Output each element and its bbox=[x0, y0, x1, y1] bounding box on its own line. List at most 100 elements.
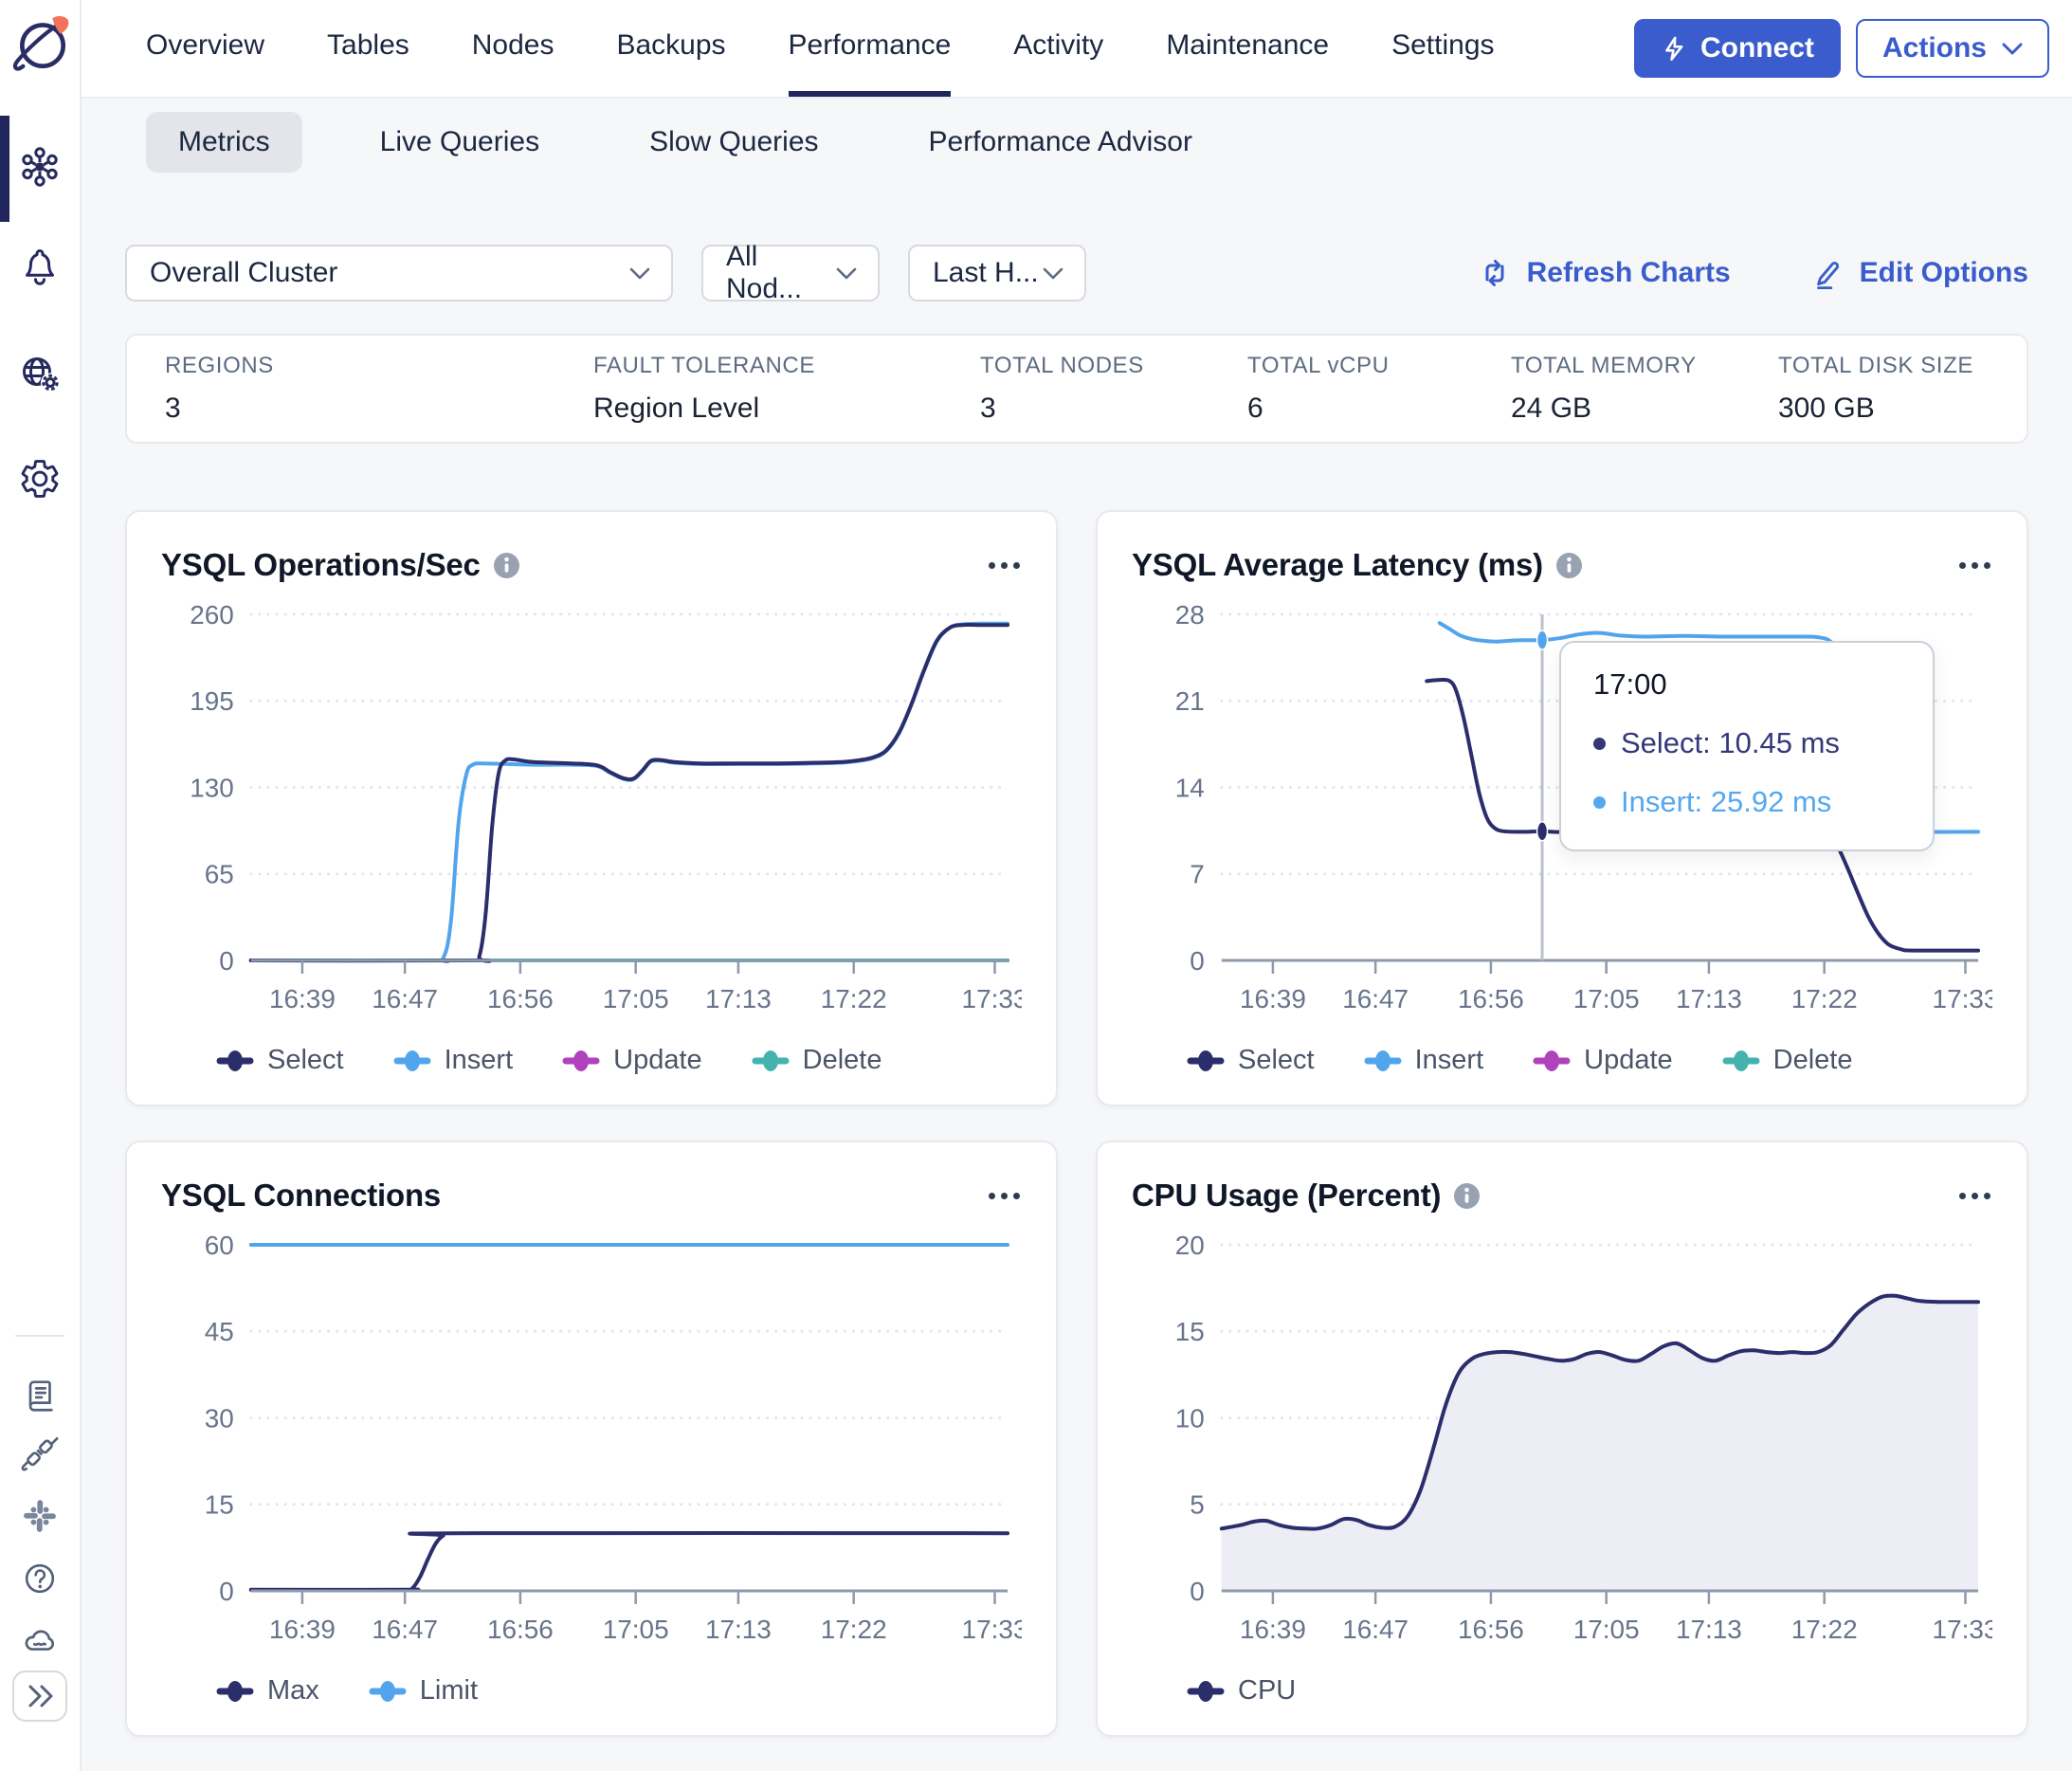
tooltip-time: 17:00 bbox=[1593, 667, 1667, 701]
svg-text:17:05: 17:05 bbox=[1573, 1615, 1640, 1644]
svg-text:16:39: 16:39 bbox=[269, 1615, 336, 1644]
tab-overview[interactable]: Overview bbox=[146, 0, 264, 97]
legend-label: Max bbox=[267, 1675, 319, 1706]
legend-marker-icon bbox=[369, 1680, 407, 1702]
svg-text:17:22: 17:22 bbox=[821, 1615, 887, 1644]
legend-item-insert[interactable]: Insert bbox=[1364, 1045, 1483, 1076]
nodes-select[interactable]: All Nod... bbox=[701, 241, 880, 304]
chart-menu-button[interactable] bbox=[987, 555, 1022, 576]
svg-text:17:13: 17:13 bbox=[1676, 1615, 1742, 1644]
svg-text:16:47: 16:47 bbox=[372, 984, 438, 1013]
legend-marker-icon bbox=[393, 1050, 431, 1071]
sidebar-expand-button[interactable] bbox=[12, 1671, 67, 1722]
info-icon[interactable] bbox=[1555, 552, 1582, 578]
svg-text:15: 15 bbox=[205, 1490, 234, 1520]
svg-text:5: 5 bbox=[1190, 1490, 1205, 1520]
svg-text:60: 60 bbox=[205, 1231, 234, 1260]
legend-label: Limit bbox=[419, 1675, 479, 1706]
cloud-icon[interactable] bbox=[21, 1621, 59, 1659]
chart-card-ysql-connections: YSQL Connections 0 15 30 45 60 16:39 16:47 16:5… bbox=[125, 1141, 1058, 1737]
svg-text:0: 0 bbox=[1190, 946, 1205, 976]
tab-activity[interactable]: Activity bbox=[1013, 0, 1103, 97]
yugabyte-logo-icon[interactable] bbox=[10, 11, 73, 74]
chart-menu-button[interactable] bbox=[1957, 555, 1992, 576]
cluster-tabs: Overview Tables Nodes Backups Performanc… bbox=[146, 0, 1495, 97]
svg-text:0: 0 bbox=[1190, 1577, 1205, 1606]
chart-tooltip: 17:00 Select: 10.45 ms Insert: 25.92 ms bbox=[1559, 641, 1935, 851]
active-nav-indicator bbox=[0, 116, 9, 222]
summary-regions: REGIONS 3 bbox=[165, 353, 274, 424]
subtab-metrics[interactable]: Metrics bbox=[146, 112, 302, 173]
tab-performance[interactable]: Performance bbox=[788, 0, 952, 97]
actions-button[interactable]: Actions bbox=[1855, 19, 2049, 78]
svg-text:16:47: 16:47 bbox=[1342, 984, 1409, 1013]
svg-text:7: 7 bbox=[1190, 860, 1205, 889]
docs-book-icon[interactable] bbox=[21, 1377, 59, 1415]
svg-text:17:05: 17:05 bbox=[603, 1615, 669, 1644]
settings-gear-icon[interactable] bbox=[18, 457, 62, 501]
svg-text:17:22: 17:22 bbox=[1791, 1615, 1858, 1644]
svg-text:16:47: 16:47 bbox=[1342, 1615, 1409, 1644]
svg-text:16:56: 16:56 bbox=[487, 984, 554, 1013]
sidebar bbox=[0, 0, 82, 1771]
integrations-plug-icon[interactable] bbox=[21, 1436, 59, 1474]
legend-item-insert[interactable]: Insert bbox=[393, 1045, 513, 1076]
legend-item-update[interactable]: Update bbox=[1533, 1045, 1673, 1076]
chart-menu-button[interactable] bbox=[987, 1185, 1022, 1207]
svg-text:14: 14 bbox=[1175, 773, 1205, 802]
legend-item-limit[interactable]: Limit bbox=[369, 1675, 478, 1707]
filter-bar: Overall Cluster All Nod... Last H... Ref… bbox=[125, 241, 2028, 304]
legend-item-select[interactable]: Select bbox=[1187, 1045, 1315, 1076]
legend-item-select[interactable]: Select bbox=[216, 1045, 344, 1076]
tab-tables[interactable]: Tables bbox=[327, 0, 409, 97]
time-range-select[interactable]: Last H... bbox=[908, 245, 1086, 301]
slack-icon[interactable] bbox=[22, 1498, 58, 1534]
svg-text:17:33: 17:33 bbox=[962, 1615, 1022, 1644]
svg-text:260: 260 bbox=[190, 600, 234, 630]
pencil-icon bbox=[1810, 256, 1845, 290]
tab-nodes[interactable]: Nodes bbox=[472, 0, 554, 97]
legend-item-update[interactable]: Update bbox=[562, 1045, 702, 1076]
tab-backups[interactable]: Backups bbox=[616, 0, 725, 97]
svg-text:17:22: 17:22 bbox=[821, 984, 887, 1013]
svg-text:17:13: 17:13 bbox=[1676, 984, 1742, 1013]
svg-text:21: 21 bbox=[1175, 686, 1205, 716]
legend-item-delete[interactable]: Delete bbox=[752, 1045, 882, 1076]
svg-text:17:33: 17:33 bbox=[1933, 984, 1992, 1013]
legend-item-cpu[interactable]: CPU bbox=[1187, 1675, 1296, 1707]
chart-title: YSQL Average Latency (ms) bbox=[1132, 547, 1543, 582]
svg-text:17:13: 17:13 bbox=[705, 1615, 772, 1644]
chart-title: CPU Usage (Percent) bbox=[1132, 1178, 1442, 1213]
legend-marker-icon bbox=[1533, 1050, 1571, 1071]
refresh-charts-button[interactable]: Refresh Charts bbox=[1478, 256, 1731, 290]
cluster-select[interactable]: Overall Cluster bbox=[125, 245, 673, 301]
legend-item-max[interactable]: Max bbox=[216, 1675, 319, 1707]
info-icon[interactable] bbox=[1454, 1182, 1481, 1209]
subtab-slow-queries[interactable]: Slow Queries bbox=[617, 112, 850, 173]
svg-text:65: 65 bbox=[205, 860, 234, 889]
tab-maintenance[interactable]: Maintenance bbox=[1166, 0, 1329, 97]
chart-legend: Select Insert Update Delete bbox=[1187, 1045, 1992, 1076]
charts-grid: YSQL Operations/Sec 0 65 130 195 260 16:39 16:… bbox=[125, 510, 2028, 1737]
tab-settings[interactable]: Settings bbox=[1391, 0, 1494, 97]
help-icon[interactable] bbox=[21, 1560, 59, 1598]
legend-marker-icon bbox=[216, 1050, 254, 1071]
chart-menu-button[interactable] bbox=[1957, 1185, 1992, 1207]
chart-area: 0 15 30 45 60 16:39 16:47 16:56 17:05 17:13 17:22 1… bbox=[161, 1226, 1022, 1671]
svg-text:17:05: 17:05 bbox=[1573, 984, 1640, 1013]
tooltip-row: Insert: 25.92 ms bbox=[1593, 785, 1900, 819]
legend-item-delete[interactable]: Delete bbox=[1722, 1045, 1852, 1076]
chart-legend: Max Limit bbox=[216, 1675, 1022, 1707]
svg-text:17:33: 17:33 bbox=[1933, 1615, 1992, 1644]
summary-total-vcpu: TOTAL vCPU 6 bbox=[1247, 353, 1390, 424]
edit-options-button[interactable]: Edit Options bbox=[1810, 256, 2028, 290]
clusters-icon[interactable] bbox=[18, 145, 62, 189]
connect-button[interactable]: Connect bbox=[1633, 19, 1841, 78]
chart-title: YSQL Connections bbox=[161, 1178, 442, 1213]
alerts-bell-icon[interactable] bbox=[18, 245, 62, 288]
info-icon[interactable] bbox=[493, 552, 519, 578]
subtab-live-queries[interactable]: Live Queries bbox=[348, 112, 572, 173]
svg-text:16:39: 16:39 bbox=[1240, 984, 1306, 1013]
subtab-performance-advisor[interactable]: Performance Advisor bbox=[897, 112, 1225, 173]
network-globe-gear-icon[interactable] bbox=[18, 353, 62, 396]
